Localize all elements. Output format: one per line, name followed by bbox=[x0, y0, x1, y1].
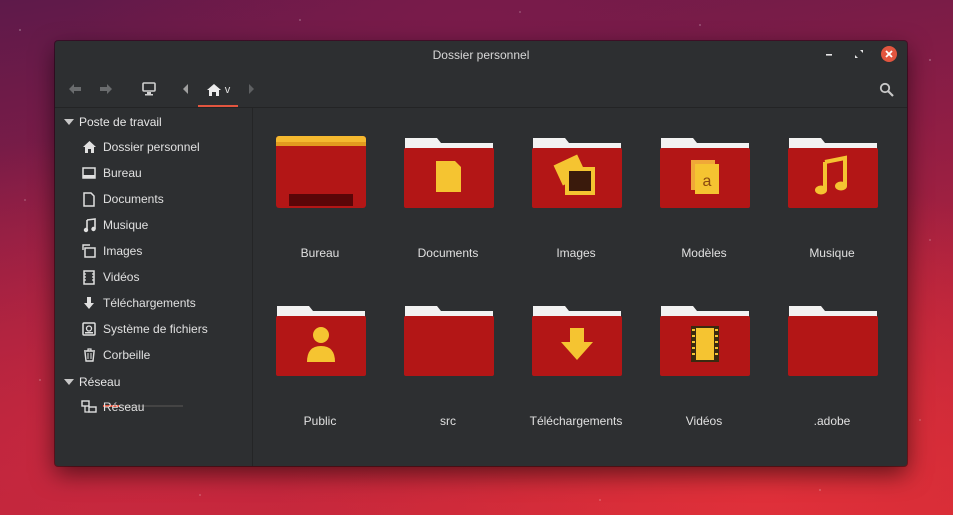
chevron-left-icon bbox=[183, 84, 188, 94]
file-label: .adobe bbox=[813, 414, 851, 428]
file-label: Public bbox=[303, 414, 337, 428]
file-item-videos[interactable]: Vidéos bbox=[649, 302, 759, 432]
templates-folder-icon: a bbox=[660, 138, 750, 208]
forward-button[interactable] bbox=[98, 79, 114, 99]
toolbar: v bbox=[55, 69, 907, 108]
file-grid: Bureau Documents Images a Modèles Musiqu… bbox=[253, 108, 907, 466]
path-scroll-left-button[interactable] bbox=[181, 79, 191, 99]
maximize-icon bbox=[855, 50, 863, 58]
document-icon bbox=[81, 191, 97, 207]
close-icon bbox=[885, 50, 893, 58]
sidebar-item-telechargements[interactable]: Téléchargements bbox=[81, 293, 231, 313]
window-title: Dossier personnel bbox=[432, 48, 530, 62]
file-item-adobe[interactable]: .adobe bbox=[777, 302, 887, 432]
sidebar-item-label: Dossier personnel bbox=[103, 140, 200, 154]
sidebar-item-videos[interactable]: Vidéos bbox=[81, 267, 231, 287]
sidebar-item-label: Corbeille bbox=[103, 348, 151, 362]
window-controls bbox=[821, 46, 897, 62]
sidebar-item-documents[interactable]: Documents bbox=[81, 189, 231, 209]
chevron-right-icon bbox=[249, 84, 254, 94]
sidebar-item-label: Musique bbox=[103, 218, 149, 232]
public-folder-icon bbox=[276, 306, 366, 376]
close-button[interactable] bbox=[881, 46, 897, 62]
section-label: Poste de travail bbox=[79, 115, 162, 129]
file-item-modeles[interactable]: a Modèles bbox=[649, 134, 759, 264]
arrow-left-icon bbox=[69, 84, 81, 94]
music-icon bbox=[81, 217, 97, 233]
search-button[interactable] bbox=[877, 79, 895, 99]
sidebar-item-images[interactable]: Images bbox=[81, 241, 231, 261]
dropdown-indicator: v bbox=[224, 84, 231, 96]
music-folder-icon bbox=[788, 138, 878, 208]
sidebar-item-label: Réseau bbox=[103, 400, 145, 414]
file-label: Images bbox=[556, 246, 596, 260]
path-scroll-right-button[interactable] bbox=[246, 79, 256, 99]
file-label: Documents bbox=[417, 246, 479, 260]
downloads-folder-icon bbox=[532, 306, 622, 376]
sidebar-section-reseau[interactable]: Réseau bbox=[64, 373, 120, 391]
image-icon bbox=[81, 243, 97, 259]
desktop-icon bbox=[81, 165, 97, 181]
sidebar-item-bureau[interactable]: Bureau bbox=[81, 163, 231, 183]
expand-triangle-icon bbox=[64, 379, 74, 385]
minimize-button[interactable] bbox=[821, 46, 837, 62]
file-label: Modèles bbox=[681, 246, 727, 260]
sidebar: Poste de travail Dossier personnel Burea… bbox=[55, 108, 253, 466]
sidebar-item-dossier-personnel[interactable]: Dossier personnel bbox=[81, 137, 231, 157]
folder-icon bbox=[404, 306, 494, 376]
file-item-bureau[interactable]: Bureau bbox=[265, 134, 375, 264]
computer-icon bbox=[142, 82, 156, 96]
file-item-public[interactable]: Public bbox=[265, 302, 375, 432]
download-icon bbox=[81, 295, 97, 311]
trash-icon bbox=[81, 347, 97, 363]
arrow-right-icon bbox=[100, 84, 112, 94]
home-icon bbox=[206, 84, 221, 96]
svg-text:a: a bbox=[703, 173, 712, 190]
folder-icon bbox=[788, 306, 878, 376]
sidebar-item-label: Bureau bbox=[103, 166, 142, 180]
sidebar-item-systeme-de-fichiers[interactable]: Système de fichiers bbox=[81, 319, 231, 339]
home-icon bbox=[81, 139, 97, 155]
titlebar: Dossier personnel bbox=[55, 41, 907, 69]
sidebar-item-label: Vidéos bbox=[103, 270, 140, 284]
path-home-button[interactable]: v bbox=[198, 75, 238, 107]
section-label: Réseau bbox=[79, 375, 121, 389]
file-label: src bbox=[440, 414, 456, 428]
sidebar-item-reseau[interactable]: Réseau bbox=[81, 397, 231, 417]
file-label: Vidéos bbox=[685, 414, 723, 428]
file-item-documents[interactable]: Documents bbox=[393, 134, 503, 264]
sidebar-item-musique[interactable]: Musique bbox=[81, 215, 231, 235]
file-item-telechargements[interactable]: Téléchargements bbox=[521, 302, 631, 432]
expand-triangle-icon bbox=[64, 119, 74, 125]
videos-folder-icon bbox=[660, 306, 750, 376]
drive-icon bbox=[81, 321, 97, 337]
file-label: Téléchargements bbox=[529, 414, 623, 428]
sidebar-item-label: Documents bbox=[103, 192, 164, 206]
video-icon bbox=[81, 269, 97, 285]
file-label: Bureau bbox=[300, 246, 340, 260]
file-item-musique[interactable]: Musique bbox=[777, 134, 887, 264]
sidebar-item-label: Téléchargements bbox=[103, 296, 196, 310]
sidebar-item-label: Images bbox=[103, 244, 143, 258]
back-button[interactable] bbox=[67, 79, 83, 99]
maximize-button[interactable] bbox=[851, 46, 867, 62]
file-manager-window: Dossier personnel v Poste de travail Dos… bbox=[55, 41, 907, 466]
minimize-icon bbox=[826, 54, 832, 56]
sidebar-item-corbeille[interactable]: Corbeille bbox=[81, 345, 231, 365]
desktop-folder-icon bbox=[276, 136, 366, 208]
images-folder-icon bbox=[532, 138, 622, 208]
network-icon bbox=[81, 399, 97, 415]
file-label: Musique bbox=[809, 246, 855, 260]
search-icon bbox=[879, 82, 894, 97]
sidebar-section-poste-de-travail[interactable]: Poste de travail bbox=[64, 113, 162, 131]
documents-folder-icon bbox=[404, 138, 494, 208]
computer-button[interactable] bbox=[141, 79, 157, 99]
file-item-images[interactable]: Images bbox=[521, 134, 631, 264]
file-item-src[interactable]: src bbox=[393, 302, 503, 432]
sidebar-item-label: Système de fichiers bbox=[103, 322, 208, 336]
